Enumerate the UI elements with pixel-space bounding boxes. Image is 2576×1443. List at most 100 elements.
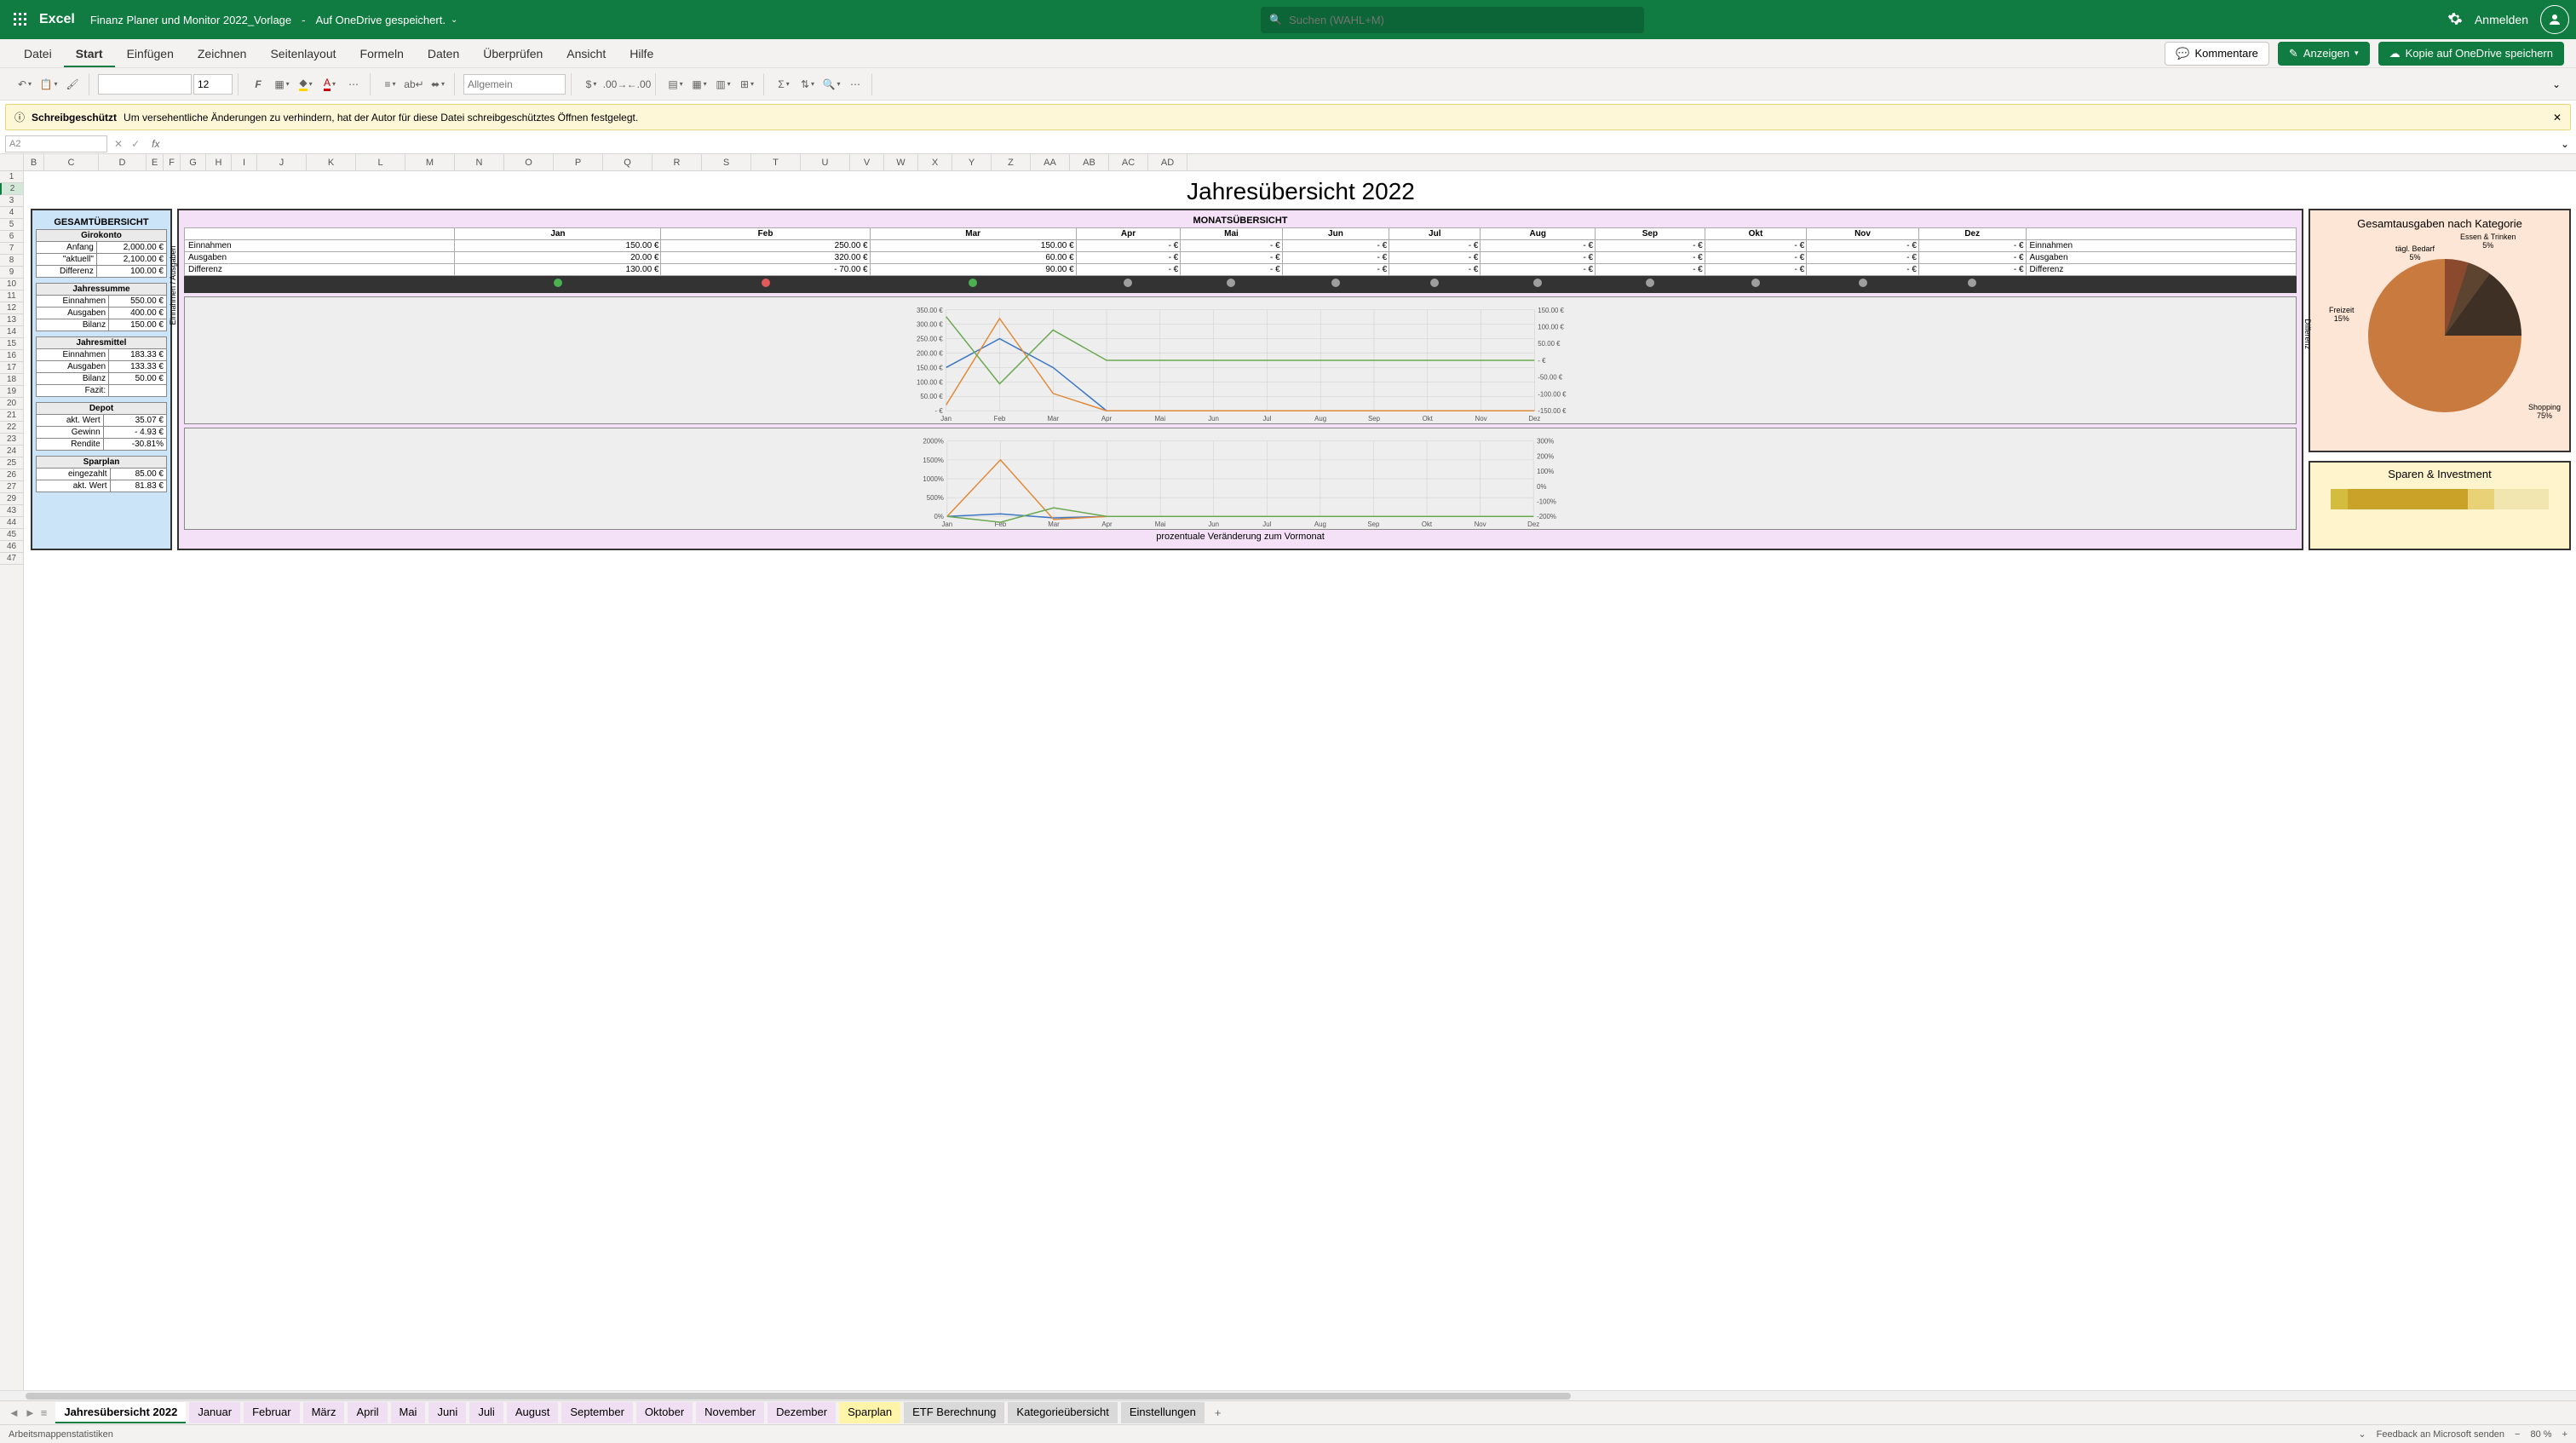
- col-header[interactable]: S: [702, 154, 751, 170]
- col-header[interactable]: AD: [1148, 154, 1187, 170]
- row-header[interactable]: 19: [0, 386, 23, 398]
- col-header[interactable]: AC: [1109, 154, 1148, 170]
- col-header[interactable]: B: [24, 154, 44, 170]
- col-header[interactable]: V: [850, 154, 884, 170]
- sheet-tab[interactable]: Oktober: [636, 1402, 693, 1423]
- autosum-button[interactable]: Σ: [773, 73, 795, 95]
- col-header[interactable]: C: [44, 154, 99, 170]
- sheet-tab[interactable]: Einstellungen: [1121, 1402, 1205, 1423]
- comments-button[interactable]: 💬Kommentare: [2165, 42, 2269, 66]
- col-header[interactable]: X: [918, 154, 952, 170]
- row-header[interactable]: 7: [0, 243, 23, 255]
- row-header[interactable]: 22: [0, 422, 23, 434]
- search-input[interactable]: [1289, 14, 1636, 26]
- tab-datei[interactable]: Datei: [12, 42, 64, 66]
- sheet-tab[interactable]: Mai: [391, 1402, 426, 1423]
- confirm-formula-icon[interactable]: ✓: [131, 138, 140, 150]
- row-header[interactable]: 20: [0, 398, 23, 410]
- decrease-decimal-button[interactable]: ←.00: [628, 73, 650, 95]
- chevron-down-icon[interactable]: ⌄: [451, 15, 457, 25]
- tab-ansicht[interactable]: Ansicht: [555, 42, 618, 66]
- col-header[interactable]: G: [181, 154, 206, 170]
- row-header[interactable]: 14: [0, 326, 23, 338]
- row-header[interactable]: 10: [0, 279, 23, 290]
- sheet-tab[interactable]: ETF Berechnung: [904, 1402, 1004, 1423]
- wrap-text-button[interactable]: ab↵: [403, 73, 425, 95]
- row-header[interactable]: 24: [0, 446, 23, 457]
- col-header[interactable]: N: [455, 154, 504, 170]
- workbook-stats[interactable]: Arbeitsmappenstatistiken: [9, 1429, 113, 1440]
- col-header[interactable]: L: [356, 154, 405, 170]
- col-header[interactable]: P: [554, 154, 603, 170]
- col-header[interactable]: D: [99, 154, 147, 170]
- sheet-tab[interactable]: März: [303, 1402, 345, 1423]
- prev-sheet-icon[interactable]: ◄: [9, 1406, 20, 1419]
- row-header[interactable]: 3: [0, 195, 23, 207]
- col-header[interactable]: E: [147, 154, 164, 170]
- sheet-tab[interactable]: Jahresübersicht 2022: [55, 1402, 186, 1423]
- add-sheet-button[interactable]: +: [1208, 1406, 1228, 1419]
- row-header[interactable]: 17: [0, 362, 23, 374]
- sheet-tab[interactable]: Juni: [428, 1402, 466, 1423]
- col-header[interactable]: R: [653, 154, 702, 170]
- cancel-formula-icon[interactable]: ✕: [114, 138, 123, 150]
- row-header[interactable]: 47: [0, 553, 23, 565]
- col-header[interactable]: Q: [603, 154, 653, 170]
- col-header[interactable]: O: [504, 154, 554, 170]
- col-header[interactable]: J: [257, 154, 307, 170]
- col-header[interactable]: W: [884, 154, 918, 170]
- expand-ribbon-icon[interactable]: ⌄: [2545, 78, 2567, 90]
- align-button[interactable]: ≡: [379, 73, 401, 95]
- col-header[interactable]: F: [164, 154, 181, 170]
- col-header[interactable]: I: [232, 154, 257, 170]
- insert-cells-button[interactable]: ⊞: [736, 73, 758, 95]
- row-header[interactable]: 8: [0, 255, 23, 267]
- col-header[interactable]: T: [751, 154, 801, 170]
- row-header[interactable]: 6: [0, 231, 23, 243]
- row-header[interactable]: 21: [0, 410, 23, 422]
- format-painter-button[interactable]: 🖌: [61, 73, 83, 95]
- col-header[interactable]: Z: [992, 154, 1031, 170]
- name-box[interactable]: [5, 135, 107, 152]
- row-header[interactable]: 5: [0, 219, 23, 231]
- sheet-tab[interactable]: April: [348, 1402, 387, 1423]
- row-header[interactable]: 45: [0, 529, 23, 541]
- document-title[interactable]: Finanz Planer und Monitor 2022_Vorlage -…: [90, 14, 458, 26]
- all-sheets-icon[interactable]: ≡: [41, 1406, 48, 1419]
- font-family-select[interactable]: [98, 74, 192, 95]
- sheet-tab[interactable]: Kategorieübersicht: [1008, 1402, 1117, 1423]
- next-sheet-icon[interactable]: ►: [25, 1406, 36, 1419]
- sheet-tab[interactable]: Juli: [469, 1402, 503, 1423]
- horizontal-scrollbar[interactable]: [0, 1390, 2576, 1400]
- cell-styles-button[interactable]: ▥: [712, 73, 734, 95]
- tab-hilfe[interactable]: Hilfe: [618, 42, 665, 66]
- feedback-link[interactable]: Feedback an Microsoft senden: [2377, 1429, 2504, 1440]
- zoom-in-button[interactable]: +: [2562, 1429, 2567, 1440]
- row-header[interactable]: 18: [0, 374, 23, 386]
- save-onedrive-button[interactable]: ☁Kopie auf OneDrive speichern: [2378, 42, 2564, 66]
- row-header[interactable]: 9: [0, 267, 23, 279]
- col-header[interactable]: M: [405, 154, 455, 170]
- col-header[interactable]: H: [206, 154, 232, 170]
- row-header[interactable]: 23: [0, 434, 23, 446]
- row-header[interactable]: 11: [0, 290, 23, 302]
- undo-button[interactable]: ↶: [14, 73, 36, 95]
- row-header[interactable]: 15: [0, 338, 23, 350]
- table-format-button[interactable]: ▦: [688, 73, 710, 95]
- tab-seitenlayout[interactable]: Seitenlayout: [258, 42, 348, 66]
- paste-button[interactable]: 📋: [37, 73, 60, 95]
- currency-button[interactable]: $: [580, 73, 602, 95]
- more-font-button[interactable]: ⋯: [342, 73, 365, 95]
- fill-color-button[interactable]: ◆: [295, 73, 317, 95]
- fx-icon[interactable]: fx: [147, 138, 164, 150]
- expand-formula-icon[interactable]: ⌄: [2554, 138, 2576, 150]
- increase-decimal-button[interactable]: .00→: [604, 73, 626, 95]
- search-box[interactable]: 🔍: [1261, 7, 1644, 33]
- row-header[interactable]: 2: [0, 183, 23, 195]
- close-icon[interactable]: ✕: [2553, 112, 2562, 124]
- sheet-tab[interactable]: Sparplan: [839, 1402, 900, 1423]
- avatar-icon[interactable]: [2540, 5, 2569, 34]
- row-header[interactable]: 12: [0, 302, 23, 314]
- tab-zeichnen[interactable]: Zeichnen: [186, 42, 259, 66]
- sheet-tab[interactable]: September: [561, 1402, 633, 1423]
